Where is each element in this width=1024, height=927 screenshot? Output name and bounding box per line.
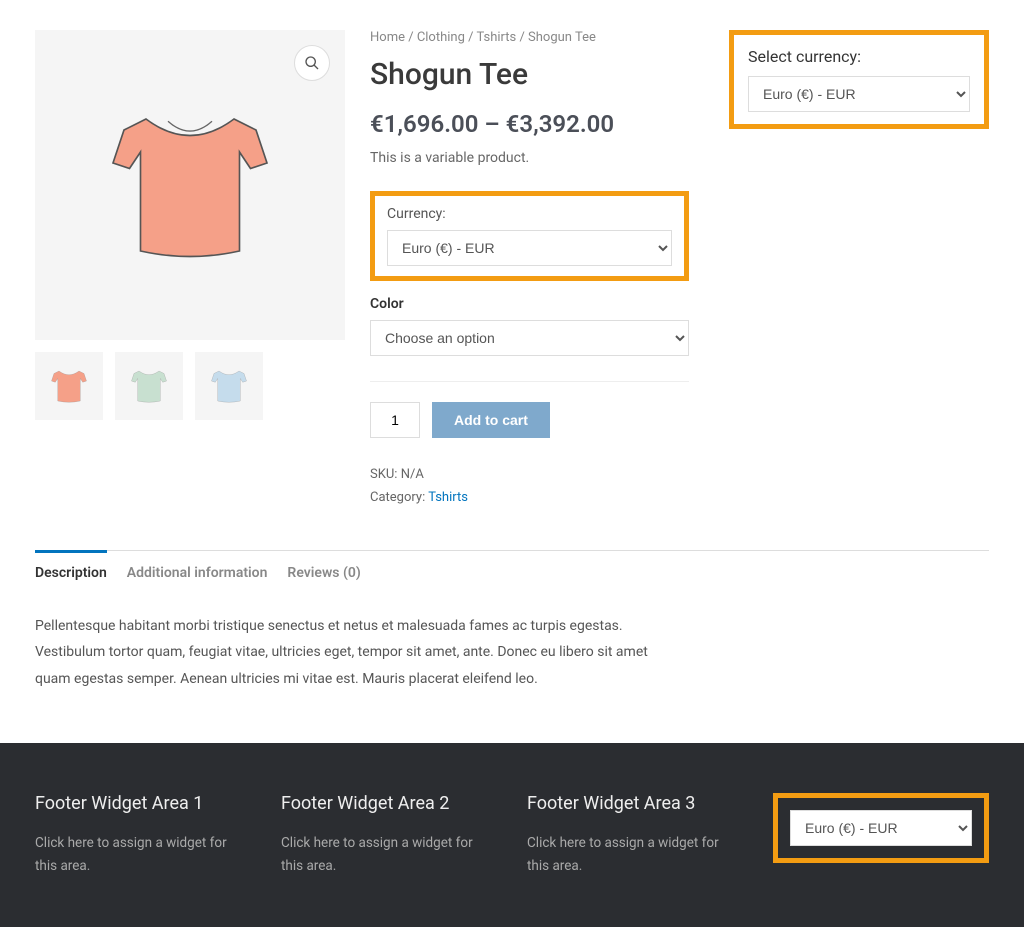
sidebar: Select currency: Euro (€) - EUR xyxy=(729,30,989,510)
search-icon xyxy=(304,55,320,71)
breadcrumb: Home / Clothing / Tshirts / Shogun Tee xyxy=(370,30,689,45)
footer-currency-highlight: Euro (€) - EUR xyxy=(773,793,989,863)
category-link[interactable]: Tshirts xyxy=(428,490,468,505)
add-to-cart-button[interactable]: Add to cart xyxy=(432,402,550,438)
breadcrumb-home[interactable]: Home xyxy=(370,30,405,45)
product-summary: Home / Clothing / Tshirts / Shogun Tee S… xyxy=(370,30,689,510)
breadcrumb-tshirts[interactable]: Tshirts xyxy=(476,30,516,45)
tshirt-illustration-red xyxy=(80,75,300,295)
footer-widget-1-title: Footer Widget Area 1 xyxy=(35,793,251,814)
currency-label: Currency: xyxy=(387,206,672,222)
currency-selector-highlight: Currency: Euro (€) - EUR xyxy=(370,191,689,281)
footer-widget-1: Footer Widget Area 1 Click here to assig… xyxy=(35,793,251,878)
gallery-main-image[interactable] xyxy=(35,30,345,340)
footer-widget-2: Footer Widget Area 2 Click here to assig… xyxy=(281,793,497,878)
footer-currency-select[interactable]: Euro (€) - EUR xyxy=(790,810,972,846)
product-price: €1,696.00 – €3,392.00 xyxy=(370,110,689,138)
product-gallery xyxy=(35,30,345,510)
footer-widget-3: Footer Widget Area 3 Click here to assig… xyxy=(527,793,743,878)
color-label: Color xyxy=(370,296,689,312)
short-description: This is a variable product. xyxy=(370,150,689,166)
product-meta: SKU: N/A Category: Tshirts xyxy=(370,463,689,510)
currency-select[interactable]: Euro (€) - EUR xyxy=(387,230,672,266)
footer: Footer Widget Area 1 Click here to assig… xyxy=(0,743,1024,927)
footer-widget-1-text[interactable]: Click here to assign a widget for this a… xyxy=(35,832,251,878)
footer-widget-3-title: Footer Widget Area 3 xyxy=(527,793,743,814)
thumbnail-blue[interactable] xyxy=(195,352,263,420)
gallery-thumbnails xyxy=(35,352,345,420)
breadcrumb-clothing[interactable]: Clothing xyxy=(417,30,465,45)
footer-widget-3-text[interactable]: Click here to assign a widget for this a… xyxy=(527,832,743,878)
product-tabs: Description Additional information Revie… xyxy=(35,550,989,593)
sidebar-currency-select[interactable]: Euro (€) - EUR xyxy=(748,76,970,112)
tab-reviews[interactable]: Reviews (0) xyxy=(287,550,360,593)
breadcrumb-current: Shogun Tee xyxy=(528,30,596,45)
quantity-input[interactable] xyxy=(370,402,420,438)
thumbnail-green[interactable] xyxy=(115,352,183,420)
footer-widget-2-text[interactable]: Click here to assign a widget for this a… xyxy=(281,832,497,878)
zoom-button[interactable] xyxy=(294,45,330,81)
color-select[interactable]: Choose an option xyxy=(370,320,689,356)
sidebar-currency-highlight: Select currency: Euro (€) - EUR xyxy=(729,30,989,129)
tab-description[interactable]: Description xyxy=(35,550,107,593)
sku-value: N/A xyxy=(401,467,424,482)
thumbnail-red[interactable] xyxy=(35,352,103,420)
tab-additional-info[interactable]: Additional information xyxy=(127,550,268,593)
footer-widget-4: Euro (€) - EUR xyxy=(773,793,989,878)
product-title: Shogun Tee xyxy=(370,57,689,92)
sidebar-currency-label: Select currency: xyxy=(748,47,970,66)
footer-widget-2-title: Footer Widget Area 2 xyxy=(281,793,497,814)
tab-content-description: Pellentesque habitant morbi tristique se… xyxy=(35,593,655,713)
